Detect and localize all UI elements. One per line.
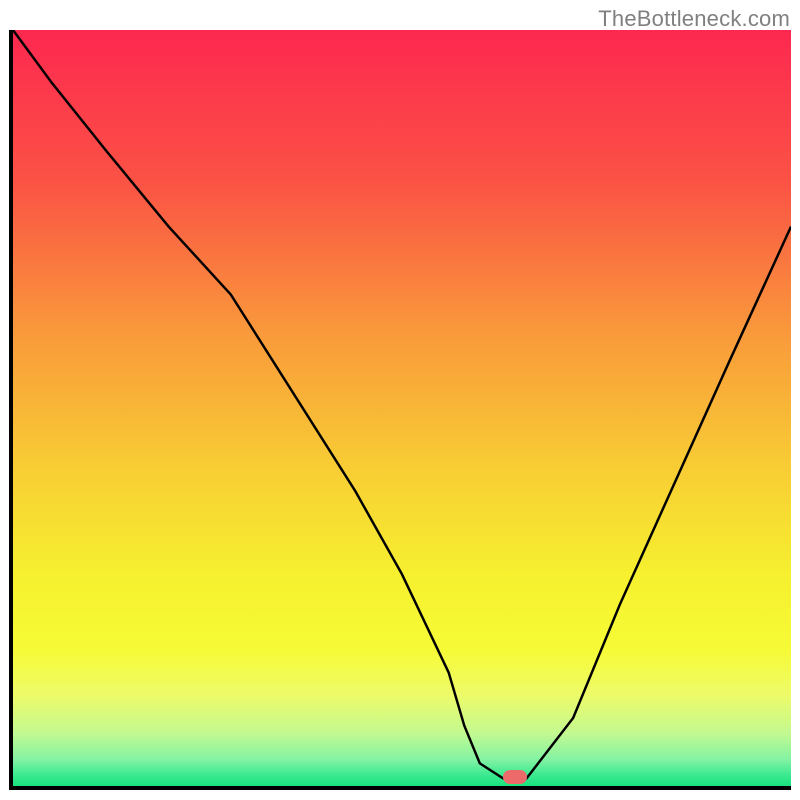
optimal-marker <box>503 770 527 784</box>
chart-container: TheBottleneck.com <box>0 0 800 800</box>
bottleneck-curve <box>13 30 791 786</box>
plot-frame <box>9 30 791 790</box>
watermark-text: TheBottleneck.com <box>598 6 790 32</box>
